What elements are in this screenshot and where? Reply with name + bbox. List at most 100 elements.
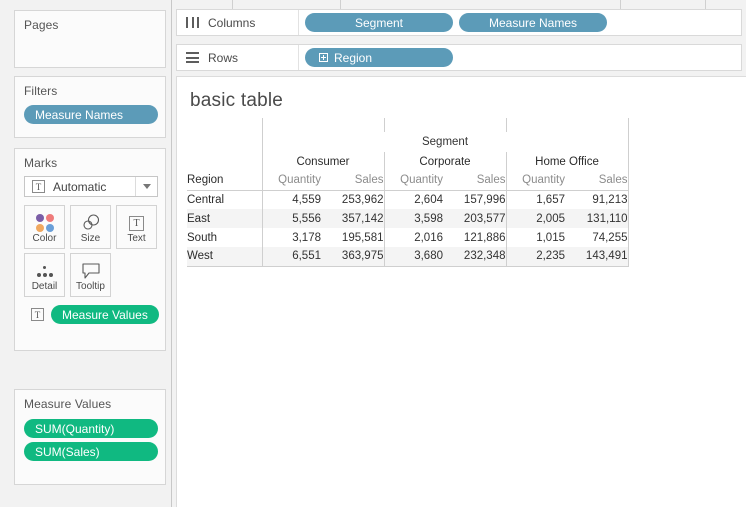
rows-shelf-label: Rows xyxy=(208,50,239,65)
column-pill-label: Measure Names xyxy=(488,15,578,30)
crosstab-cell: 4,559 xyxy=(261,190,321,209)
table-row[interactable]: West 6,551 363,975 3,680 232,348 2,235 1… xyxy=(187,247,629,267)
color-palette-icon xyxy=(35,212,54,234)
marks-detail-label: Detail xyxy=(31,281,58,292)
marks-card[interactable]: Marks T Automatic Color Size T Text Deta… xyxy=(14,148,166,351)
crosstab-row-label: South xyxy=(187,231,218,244)
text-mark-icon: T xyxy=(32,180,45,193)
filters-card-title: Filters xyxy=(24,84,58,98)
crosstab-cell: 121,886 xyxy=(463,231,506,244)
rows-shelf-label-box: Rows xyxy=(177,45,299,70)
marks-shelf-pill-measure-values[interactable]: T Measure Values xyxy=(31,305,159,324)
crosstab-top-header-label: Segment xyxy=(261,132,629,152)
marks-color-button[interactable]: Color xyxy=(24,205,65,249)
mark-type-label: Automatic xyxy=(53,179,107,194)
column-pill-measure-names[interactable]: Measure Names xyxy=(459,13,607,32)
crosstab-cell: 1,015 xyxy=(505,228,565,247)
row-pill-label: Region xyxy=(334,50,373,65)
column-pill-label: Segment xyxy=(354,15,404,30)
crosstab-measure-header-sales: Sales xyxy=(565,171,629,191)
mark-type-dropdown[interactable]: T Automatic xyxy=(24,176,158,197)
text-mark-icon: T xyxy=(129,212,144,234)
crosstab-cell: 143,491 xyxy=(565,247,629,267)
crosstab-row-label: West xyxy=(187,247,262,267)
filter-pill-label: Measure Names xyxy=(35,107,124,122)
marks-tooltip-button[interactable]: Tooltip xyxy=(70,253,111,297)
crosstab-cell: 74,255 xyxy=(565,228,629,247)
crosstab-cell: 1,657 xyxy=(505,190,565,209)
rows-shelf[interactable]: Rows Region xyxy=(176,44,742,71)
measure-value-pill-quantity[interactable]: SUM(Quantity) xyxy=(24,419,158,438)
measure-value-pill-sales[interactable]: SUM(Sales) xyxy=(24,442,158,461)
crosstab-group-header-row: Consumer Corporate Home Office xyxy=(187,152,629,171)
worksheet-view: basic table Segment Consumer Corporate H… xyxy=(176,76,746,507)
table-row[interactable]: Central 4,559 253,962 2,604 157,996 1,65… xyxy=(187,190,629,209)
left-shelf-panel: Pages Filters Measure Names Marks T Auto… xyxy=(0,0,172,507)
marks-tooltip-label: Tooltip xyxy=(76,281,105,292)
crosstab-group-header-corporate: Corporate xyxy=(383,152,506,171)
measure-values-card[interactable]: Measure Values SUM(Quantity) SUM(Sales) xyxy=(14,389,166,485)
marks-text-label: Text xyxy=(127,233,146,244)
row-pill-region[interactable]: Region xyxy=(305,48,453,67)
crosstab-cell: 357,142 xyxy=(341,212,384,225)
measure-values-pill[interactable]: Measure Values xyxy=(51,305,159,324)
marks-text-button[interactable]: T Text xyxy=(116,205,157,249)
marks-color-label: Color xyxy=(32,233,57,244)
crosstab-row-label: Central xyxy=(187,193,225,206)
marks-size-button[interactable]: Size xyxy=(70,205,111,249)
pages-card[interactable]: Pages xyxy=(14,10,166,68)
tooltip-bubble-icon xyxy=(81,260,101,282)
rows-shelf-pills: Region xyxy=(305,48,453,67)
crosstab-cell: 6,551 xyxy=(261,247,321,267)
marks-card-title: Marks xyxy=(24,156,58,170)
crosstab-measure-header-quantity: Quantity xyxy=(383,171,443,191)
filter-pill-measure-names[interactable]: Measure Names xyxy=(24,105,158,124)
crosstab-cell: 195,581 xyxy=(341,231,384,244)
crosstab-cell: 157,996 xyxy=(463,193,506,206)
crosstab-row-label: East xyxy=(187,212,211,225)
crosstab-measure-header-quantity: Quantity xyxy=(261,171,321,191)
crosstab-cell: 253,962 xyxy=(341,193,384,206)
crosstab-cell: 131,110 xyxy=(565,209,629,228)
crosstab-table: Segment Consumer Corporate Home Office R… xyxy=(187,118,629,267)
columns-shelf-label-box: Columns xyxy=(177,10,299,35)
expand-plus-icon[interactable] xyxy=(319,53,328,62)
crosstab-cell: 91,213 xyxy=(565,190,629,209)
marks-detail-button[interactable]: Detail xyxy=(24,253,65,297)
measure-values-card-title: Measure Values xyxy=(24,397,112,411)
text-mark-icon: T xyxy=(31,308,44,321)
crosstab-cell: 2,016 xyxy=(383,228,443,247)
crosstab-cell: 2,005 xyxy=(505,209,565,228)
crosstab-cell: 2,235 xyxy=(505,247,565,267)
measure-values-pill-label: Measure Values xyxy=(62,307,148,322)
crosstab-top-header-row: Segment xyxy=(187,132,629,152)
size-circles-icon xyxy=(80,212,102,234)
column-pill-segment[interactable]: Segment xyxy=(305,13,453,32)
columns-shelf[interactable]: Columns Segment Measure Names xyxy=(176,9,742,36)
table-row[interactable]: South 3,178 195,581 2,016 121,886 1,015 … xyxy=(187,228,629,247)
page-title: basic table xyxy=(190,90,284,111)
crosstab-spacer-row xyxy=(187,118,629,132)
crosstab-cell: 232,348 xyxy=(443,247,506,267)
crosstab-measure-header-sales: Sales xyxy=(443,171,506,191)
chevron-down-icon[interactable] xyxy=(135,177,157,196)
columns-shelf-pills: Segment Measure Names xyxy=(305,13,607,32)
crosstab-cell: 3,598 xyxy=(383,209,443,228)
columns-shelf-label: Columns xyxy=(208,15,256,30)
measure-value-pill-label: SUM(Sales) xyxy=(35,444,100,459)
crosstab-cell: 5,556 xyxy=(261,209,321,228)
columns-icon xyxy=(186,17,199,28)
rows-icon xyxy=(186,52,199,63)
detail-dots-icon xyxy=(35,260,55,282)
crosstab-row-field-label: Region xyxy=(187,171,262,191)
table-row[interactable]: East 5,556 357,142 3,598 203,577 2,005 1… xyxy=(187,209,629,228)
crosstab-cell: 2,604 xyxy=(383,190,443,209)
crosstab-field-header-row: Region Quantity Sales Quantity Sales Qua… xyxy=(187,171,629,191)
marks-size-label: Size xyxy=(80,233,101,244)
filters-card[interactable]: Filters Measure Names xyxy=(14,76,166,138)
crosstab-cell: 363,975 xyxy=(321,247,384,267)
crosstab-measure-header-quantity: Quantity xyxy=(505,171,565,191)
crosstab-cell: 3,178 xyxy=(261,228,321,247)
crosstab-measure-header-sales: Sales xyxy=(321,171,384,191)
crosstab-group-header-consumer: Consumer xyxy=(261,152,384,171)
